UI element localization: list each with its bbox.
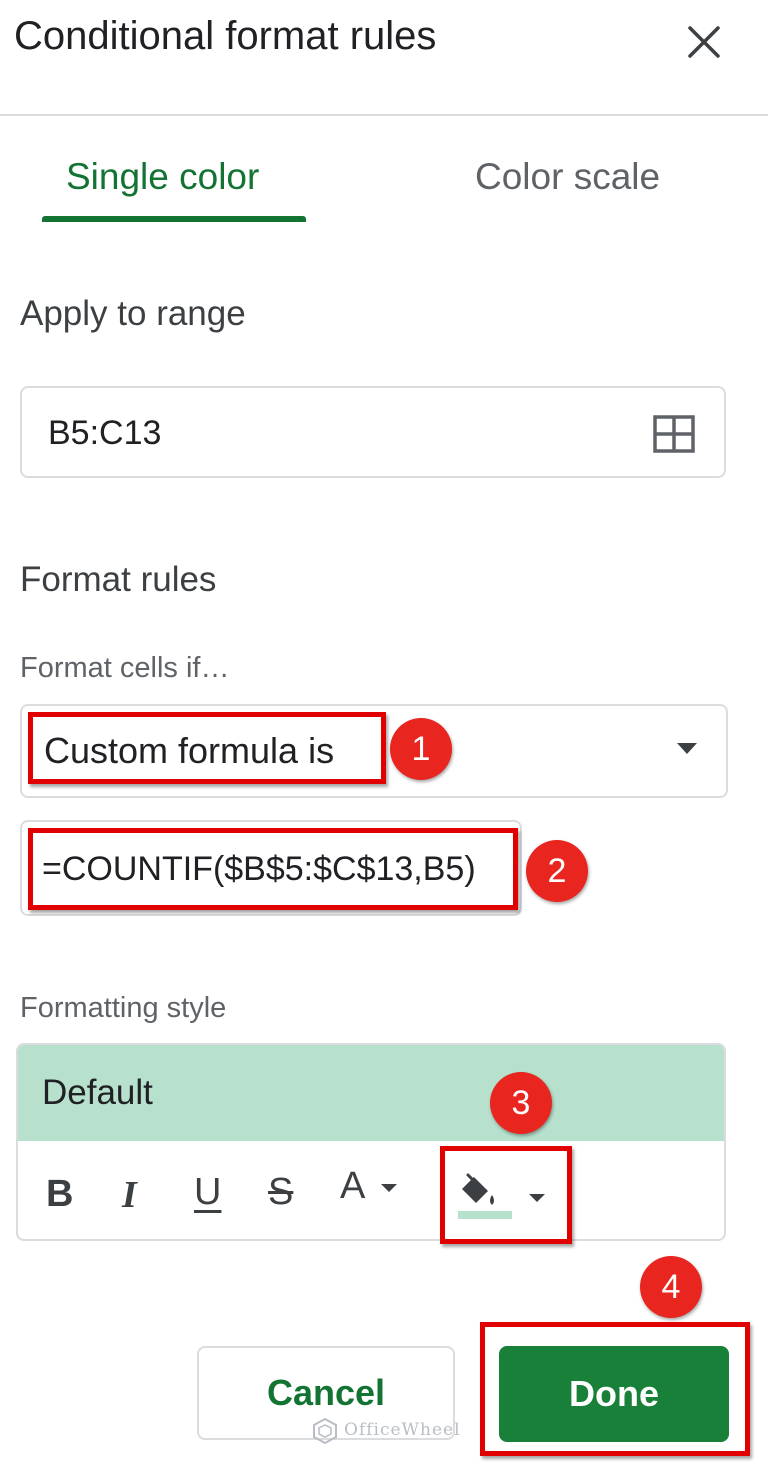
formatting-style-label: Formatting style: [20, 992, 227, 1024]
header-divider: [0, 114, 768, 116]
highlight-box-done: [480, 1322, 750, 1456]
highlight-box-formula: [28, 828, 518, 910]
close-button[interactable]: [680, 18, 728, 66]
text-color-button[interactable]: A: [340, 1165, 398, 1208]
strikethrough-button[interactable]: S: [268, 1171, 293, 1214]
apply-range-heading: Apply to range: [20, 294, 246, 333]
style-preview[interactable]: Default: [18, 1045, 724, 1141]
range-input[interactable]: B5:C13: [20, 386, 726, 478]
style-preset-label: Default: [42, 1073, 153, 1112]
watermark: OfficeWheel: [312, 1418, 461, 1444]
annotation-badge-1: 1: [390, 718, 452, 780]
annotation-badge-3: 3: [490, 1072, 552, 1134]
format-rules-heading: Format rules: [20, 560, 217, 599]
italic-button[interactable]: I: [122, 1173, 137, 1217]
annotation-badge-2: 2: [526, 840, 588, 902]
officewheel-logo-icon: [313, 1418, 337, 1444]
close-icon: [688, 26, 720, 58]
formatting-style-box: Default B I U S A: [16, 1043, 726, 1241]
underline-button[interactable]: U: [194, 1171, 221, 1214]
active-tab-indicator: [42, 216, 306, 222]
annotation-badge-4: 4: [640, 1256, 702, 1318]
watermark-text: OfficeWheel: [344, 1420, 461, 1440]
tab-single-color[interactable]: Single color: [66, 156, 259, 198]
grid-select-button[interactable]: [652, 412, 696, 456]
highlight-box-fill-color: [440, 1146, 572, 1244]
grid-select-icon: [653, 415, 695, 453]
chevron-down-icon: [380, 1183, 397, 1192]
highlight-box-condition: [28, 712, 386, 784]
tab-color-scale[interactable]: Color scale: [475, 156, 660, 198]
text-color-glyph: A: [340, 1165, 364, 1207]
panel-title: Conditional format rules: [14, 14, 437, 58]
bold-button[interactable]: B: [46, 1173, 73, 1216]
condition-label: Format cells if…: [20, 652, 230, 684]
chevron-down-icon: [677, 743, 697, 754]
range-value: B5:C13: [48, 414, 162, 452]
